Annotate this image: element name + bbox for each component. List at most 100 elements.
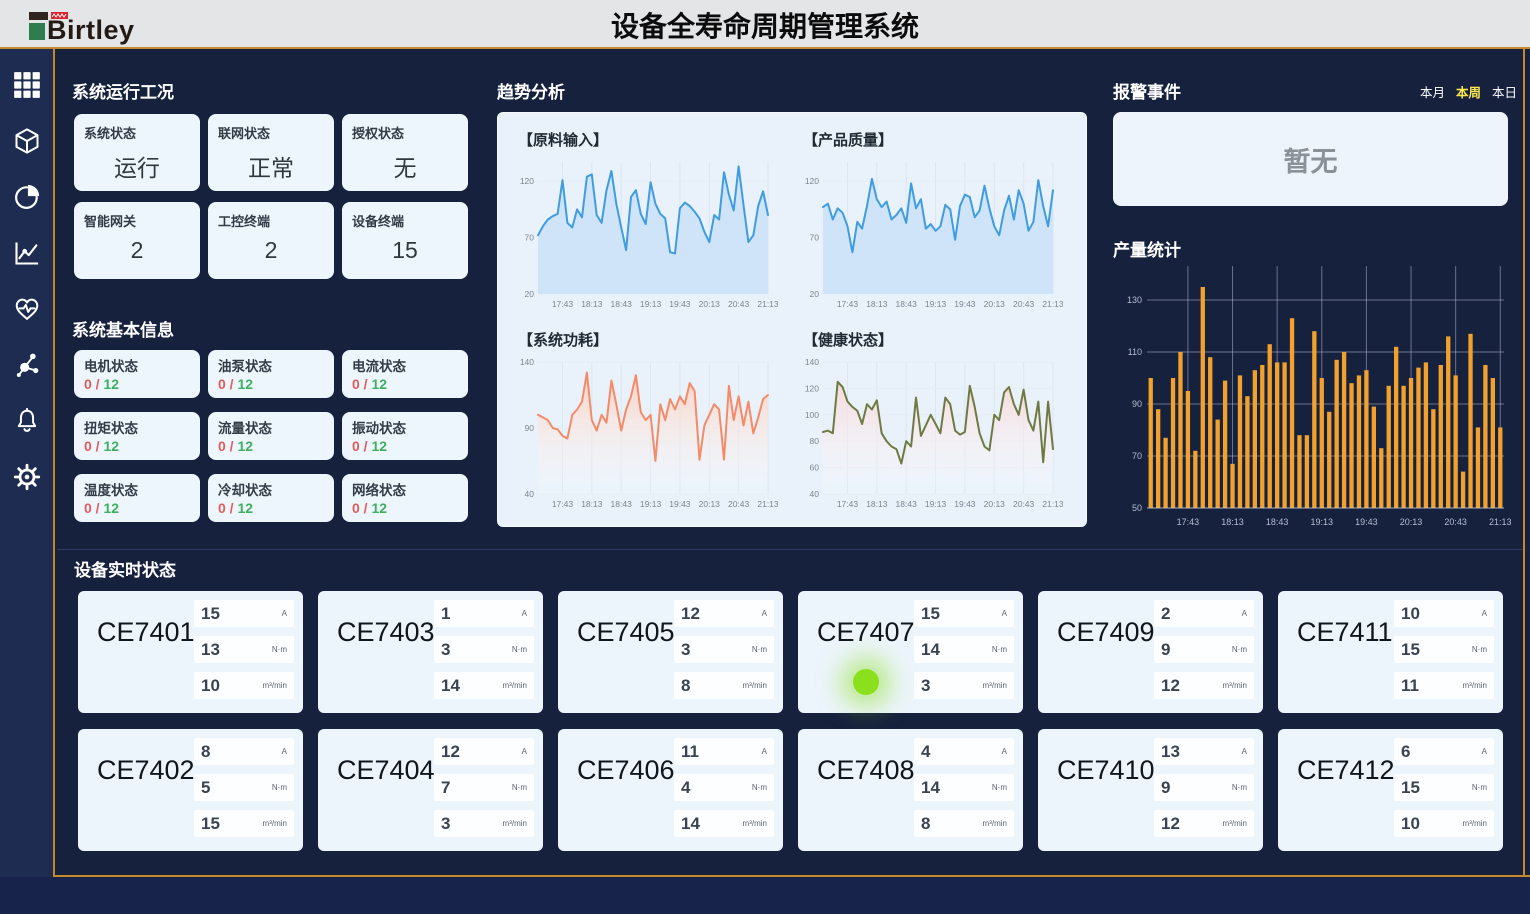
svg-text:20:13: 20:13 — [1400, 517, 1423, 527]
device-card-ce7410[interactable]: CE741013A9N·m12m³/min — [1038, 729, 1263, 851]
device-name: CE7408 — [817, 755, 915, 786]
device-value: 3 — [681, 640, 690, 660]
device-card-ce7405[interactable]: CE740512A3N·m8m³/min — [558, 591, 783, 713]
device-unit: m³/min — [1223, 681, 1247, 690]
svg-text:19:43: 19:43 — [669, 499, 691, 509]
status-card: 系统状态运行 — [74, 114, 200, 191]
device-value: 12 — [681, 604, 700, 624]
device-values: 11A4N·m14m³/min — [674, 738, 774, 846]
svg-text:60: 60 — [810, 463, 820, 473]
device-card-ce7411[interactable]: CE741110A15N·m11m³/min — [1278, 591, 1503, 713]
alarm-tab-1[interactable]: 本周 — [1456, 82, 1481, 101]
device-card-ce7407[interactable]: CE740715A14N·m3m³/min — [798, 591, 1023, 713]
info-card-count: 0 / 12 — [352, 438, 458, 454]
device-card-ce7412[interactable]: CE74126A15N·m10m³/min — [1278, 729, 1503, 851]
device-value-row: 6A — [1394, 738, 1494, 765]
svg-text:21:13: 21:13 — [1042, 299, 1063, 309]
svg-text:130: 130 — [1127, 295, 1142, 305]
device-value: 3 — [441, 814, 450, 834]
device-card-ce7402[interactable]: CE74028A5N·m15m³/min — [78, 729, 303, 851]
cube-icon[interactable] — [13, 127, 41, 155]
device-card-ce7409[interactable]: CE74092A9N·m12m³/min — [1038, 591, 1263, 713]
device-name: CE7403 — [337, 617, 435, 648]
svg-text:18:43: 18:43 — [1266, 517, 1289, 527]
status-card-value: 2 — [218, 237, 324, 264]
svg-text:20:13: 20:13 — [699, 299, 721, 309]
device-unit: A — [1242, 747, 1247, 756]
device-value-row: 14m³/min — [674, 810, 774, 837]
gear-icon[interactable] — [13, 463, 41, 491]
device-unit: m³/min — [1223, 819, 1247, 828]
device-card-ce7408[interactable]: CE74084A14N·m8m³/min — [798, 729, 1023, 851]
svg-text:40: 40 — [810, 489, 820, 499]
svg-text:17:43: 17:43 — [1177, 517, 1200, 527]
trend-chart-raw-input: 【原料输入】207012017:4318:1318:4319:1319:4320… — [510, 121, 795, 321]
info-card-count: 0 / 12 — [84, 500, 190, 516]
svg-text:20: 20 — [810, 289, 820, 299]
device-value: 15 — [1401, 640, 1420, 660]
device-value-row: 11m³/min — [1394, 672, 1494, 699]
device-unit: m³/min — [1463, 819, 1487, 828]
info-count-total: 12 — [103, 376, 119, 392]
network-nodes-icon[interactable] — [13, 351, 41, 379]
alarm-list-panel: 暂无 — [1113, 112, 1508, 206]
device-values: 15A14N·m3m³/min — [914, 600, 1014, 708]
device-value: 8 — [201, 742, 210, 762]
device-value: 13 — [1161, 742, 1180, 762]
svg-text:18:43: 18:43 — [896, 499, 918, 509]
info-count-total: 12 — [371, 376, 387, 392]
svg-text:21:13: 21:13 — [757, 499, 778, 509]
page-title: 设备全寿命周期管理系统 — [611, 5, 919, 45]
status-card-value: 2 — [84, 237, 190, 264]
section-title-system-info: 系统基本信息 — [72, 316, 174, 341]
bell-icon[interactable] — [13, 407, 41, 435]
svg-text:40: 40 — [525, 489, 535, 499]
device-unit: N·m — [272, 645, 287, 654]
device-values: 4A14N·m8m³/min — [914, 738, 1014, 846]
device-unit: N·m — [1472, 645, 1487, 654]
status-card: 工控终端2 — [208, 202, 334, 279]
device-value: 4 — [921, 742, 930, 762]
device-unit: m³/min — [1463, 681, 1487, 690]
status-card-value: 15 — [352, 237, 458, 264]
pie-chart-icon[interactable] — [13, 183, 41, 211]
trend-analysis-panel: 【原料输入】207012017:4318:1318:4319:1319:4320… — [497, 112, 1087, 527]
info-card-count: 0 / 12 — [218, 438, 324, 454]
alarm-tab-2[interactable]: 本日 — [1492, 82, 1517, 101]
device-value-row: 10A — [1394, 600, 1494, 627]
svg-text:20:43: 20:43 — [1444, 517, 1467, 527]
info-count-current: 0 / — [84, 376, 103, 392]
device-value-row: 8A — [194, 738, 294, 765]
svg-text:90: 90 — [525, 423, 535, 433]
apps-grid-icon[interactable] — [13, 71, 41, 99]
status-card-label: 智能网关 — [84, 211, 190, 230]
device-name: CE7402 — [97, 755, 195, 786]
right-border-line — [1523, 49, 1525, 877]
health-heartbeat-icon[interactable] — [13, 295, 41, 323]
device-value: 9 — [1161, 778, 1170, 798]
svg-text:18:43: 18:43 — [896, 299, 918, 309]
info-count-total: 12 — [103, 500, 119, 516]
production-bar-chart: 50709011013017:4318:1318:4319:1319:4320:… — [1113, 260, 1512, 532]
info-count-total: 12 — [371, 500, 387, 516]
svg-text:20:13: 20:13 — [984, 499, 1006, 509]
svg-text:50: 50 — [1132, 503, 1142, 513]
trend-chart-product-quality: 【产品质量】207012017:4318:1318:4319:1319:4320… — [795, 121, 1080, 321]
device-card-ce7403[interactable]: CE74031A3N·m14m³/min — [318, 591, 543, 713]
info-count-current: 0 / — [352, 376, 371, 392]
svg-text:17:43: 17:43 — [552, 299, 574, 309]
device-name: CE7410 — [1057, 755, 1155, 786]
alarm-tab-0[interactable]: 本月 — [1420, 82, 1445, 101]
device-card-ce7406[interactable]: CE740611A4N·m14m³/min — [558, 729, 783, 851]
device-card-ce7401[interactable]: CE740115A13N·m10m³/min — [78, 591, 303, 713]
device-unit: A — [522, 747, 527, 756]
info-card-count: 0 / 12 — [218, 376, 324, 392]
svg-text:17:43: 17:43 — [837, 299, 859, 309]
line-chart-icon[interactable] — [13, 239, 41, 267]
device-card-ce7404[interactable]: CE740412A7N·m3m³/min — [318, 729, 543, 851]
info-count-current: 0 / — [218, 500, 237, 516]
device-status-grid: CE740115A13N·m10m³/minCE74031A3N·m14m³/m… — [78, 591, 1503, 851]
svg-text:100: 100 — [805, 410, 819, 420]
info-count-current: 0 / — [218, 376, 237, 392]
device-value-row: 3N·m — [434, 636, 534, 663]
